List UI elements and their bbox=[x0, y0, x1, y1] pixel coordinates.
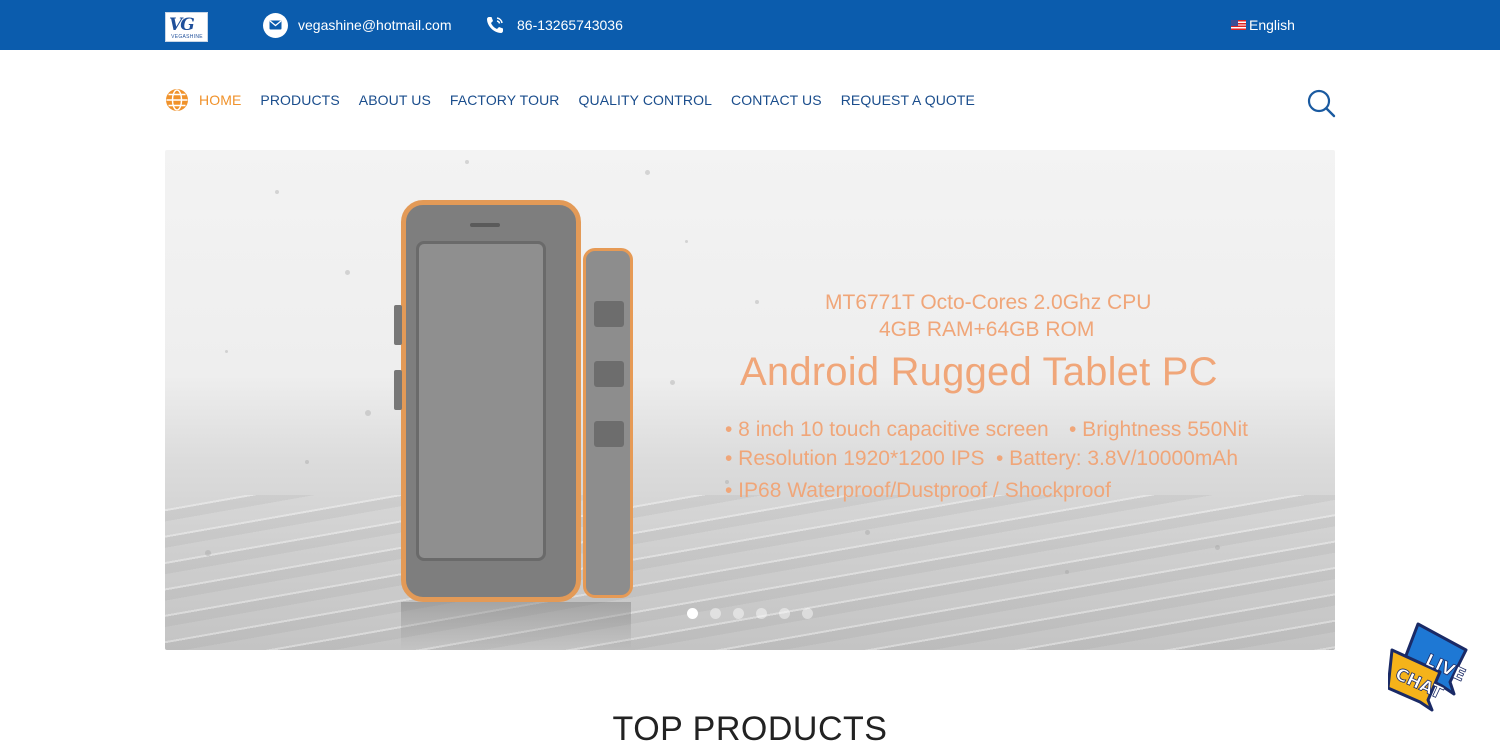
water-drop bbox=[205, 550, 211, 556]
logo-subtitle: VEGASHINE bbox=[171, 34, 203, 40]
tablet-front-image bbox=[394, 200, 581, 602]
water-drop bbox=[755, 300, 759, 304]
slider-dot[interactable] bbox=[733, 608, 744, 619]
nav-products[interactable]: PRODUCTS bbox=[260, 92, 339, 108]
slider-dot[interactable] bbox=[779, 608, 790, 619]
main-navigation: HOME PRODUCTS ABOUT US FACTORY TOUR QUAL… bbox=[165, 88, 994, 112]
nav-quality-control[interactable]: QUALITY CONTROL bbox=[579, 92, 713, 108]
nav-home[interactable]: HOME bbox=[199, 92, 241, 108]
us-flag-icon bbox=[1231, 20, 1246, 30]
email-contact[interactable]: vegashine@hotmail.com bbox=[263, 12, 452, 38]
water-drop bbox=[685, 240, 688, 243]
water-surface bbox=[165, 495, 1335, 650]
hero-headline: Android Rugged Tablet PC bbox=[740, 350, 1218, 394]
tablet-side-button bbox=[394, 370, 402, 410]
language-label: English bbox=[1249, 17, 1295, 33]
tablet-reflection bbox=[401, 602, 631, 650]
live-chat-icon[interactable]: LIVE CHAT bbox=[1388, 620, 1474, 712]
tablet-back-image bbox=[583, 248, 633, 598]
section-title-top-products: TOP PRODUCTS bbox=[612, 710, 888, 748]
hero-spec-memory: 4GB RAM+64GB ROM bbox=[879, 318, 1095, 341]
phone-icon bbox=[484, 13, 506, 38]
water-drop bbox=[305, 460, 309, 464]
nav-about-us[interactable]: ABOUT US bbox=[359, 92, 431, 108]
phone-text: 86-13265743036 bbox=[517, 17, 623, 33]
water-drop bbox=[275, 190, 279, 194]
hero-bullet-ip68: • IP68 Waterproof/Dustproof / Shockproof bbox=[725, 479, 1111, 502]
slider-pagination bbox=[687, 608, 825, 619]
hero-bullet-battery: • Battery: 3.8V/10000mAh bbox=[996, 447, 1238, 470]
hero-bullet-screen: • 8 inch 10 touch capacitive screen bbox=[725, 418, 1049, 441]
tablet-port bbox=[594, 301, 624, 327]
nav-factory-tour[interactable]: FACTORY TOUR bbox=[450, 92, 560, 108]
email-text: vegashine@hotmail.com bbox=[298, 17, 452, 33]
top-bar: VG VEGASHINE vegashine@hotmail.com 86-13… bbox=[0, 0, 1500, 50]
nav-request-a-quote[interactable]: REQUEST A QUOTE bbox=[841, 92, 975, 108]
tablet-port bbox=[594, 361, 624, 387]
tablet-screen bbox=[416, 241, 546, 561]
water-drop bbox=[1065, 570, 1069, 574]
slider-dot[interactable] bbox=[756, 608, 767, 619]
tablet-speaker bbox=[470, 223, 500, 227]
company-logo[interactable]: VG VEGASHINE bbox=[165, 12, 208, 42]
phone-contact[interactable]: 86-13265743036 bbox=[484, 13, 623, 37]
mail-icon bbox=[263, 12, 288, 38]
slider-dot[interactable] bbox=[687, 608, 698, 619]
water-drop bbox=[645, 170, 650, 175]
language-selector[interactable]: English bbox=[1231, 17, 1295, 33]
water-drop bbox=[345, 270, 350, 275]
tablet-port bbox=[594, 421, 624, 447]
water-drop bbox=[225, 350, 228, 353]
slider-dot[interactable] bbox=[710, 608, 721, 619]
globe-icon bbox=[166, 89, 188, 111]
water-drop bbox=[365, 410, 371, 416]
hero-spec-cpu: MT6771T Octo-Cores 2.0Ghz CPU bbox=[825, 291, 1152, 314]
hero-bullet-resolution: • Resolution 1920*1200 IPS bbox=[725, 447, 985, 470]
water-drop bbox=[865, 530, 870, 535]
hero-bullet-brightness: • Brightness 550Nit bbox=[1069, 418, 1248, 441]
hero-banner[interactable]: MT6771T Octo-Cores 2.0Ghz CPU 4GB RAM+64… bbox=[165, 150, 1335, 650]
nav-contact-us[interactable]: CONTACT US bbox=[731, 92, 822, 108]
slider-dot[interactable] bbox=[802, 608, 813, 619]
water-drop bbox=[465, 160, 469, 164]
logo-mark: VG bbox=[169, 15, 195, 35]
search-icon[interactable] bbox=[1306, 88, 1336, 118]
water-drop bbox=[1215, 545, 1220, 550]
water-drop bbox=[670, 380, 675, 385]
tablet-side-button bbox=[394, 305, 402, 345]
